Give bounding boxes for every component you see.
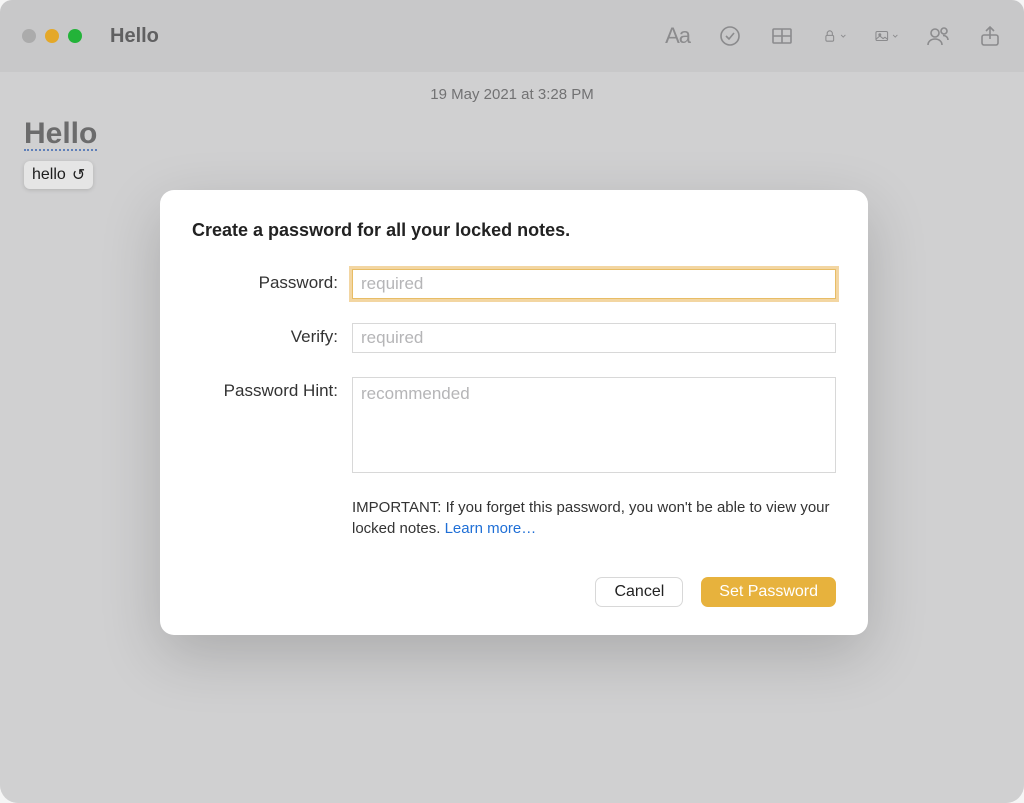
important-text: IMPORTANT: If you forget this password, … — [352, 499, 830, 537]
cancel-button[interactable]: Cancel — [595, 577, 683, 607]
notes-window: Hello Aa 19 May 2 — [0, 0, 1024, 803]
important-notice: IMPORTANT: If you forget this password, … — [352, 497, 832, 539]
dialog-buttons: Cancel Set Password — [192, 577, 836, 607]
password-row: Password: — [192, 269, 836, 299]
hint-row: Password Hint: — [192, 377, 836, 473]
verify-row: Verify: — [192, 323, 836, 353]
create-password-dialog: Create a password for all your locked no… — [160, 190, 868, 635]
password-input[interactable] — [352, 269, 836, 299]
hint-input[interactable] — [352, 377, 836, 473]
set-password-button[interactable]: Set Password — [701, 577, 836, 607]
verify-input[interactable] — [352, 323, 836, 353]
hint-label: Password Hint: — [192, 377, 352, 401]
password-label: Password: — [192, 269, 352, 293]
dialog-title: Create a password for all your locked no… — [192, 220, 836, 241]
learn-more-link[interactable]: Learn more… — [445, 520, 537, 537]
verify-label: Verify: — [192, 323, 352, 347]
